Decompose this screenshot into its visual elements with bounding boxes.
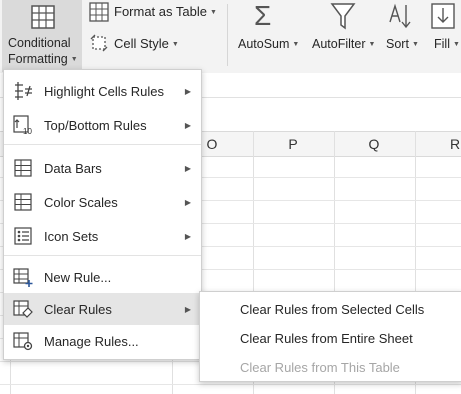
menu-item-label: Top/Bottom Rules	[44, 117, 147, 133]
menu-item-label: Highlight Cells Rules	[44, 83, 164, 99]
conditional-formatting-label-line1: Conditional	[8, 36, 71, 50]
highlight-cells-icon	[12, 80, 34, 102]
column-header-q[interactable]: Q	[334, 132, 414, 156]
submenu-item-clear-this-table: Clear Rules from This Table	[240, 360, 400, 375]
autofilter-label: AutoFilter ▼	[312, 37, 376, 51]
fill-down-icon	[431, 3, 455, 29]
cell-style-icon	[90, 34, 108, 52]
submenu-item-clear-selected-cells[interactable]: Clear Rules from Selected Cells	[200, 295, 461, 324]
menu-item-label: Manage Rules...	[44, 333, 139, 349]
format-as-table-label: Format as Table ▼	[114, 4, 217, 19]
menu-item-color-scales[interactable]: Color Scales ▶	[4, 186, 201, 218]
fill-label: Fill ▼	[434, 37, 460, 51]
grid-line	[0, 384, 461, 385]
top-bottom-icon: 10	[12, 114, 34, 136]
menu-item-clear-rules[interactable]: Clear Rules ▶	[4, 293, 201, 325]
menu-item-new-rule[interactable]: New Rule...	[4, 261, 201, 293]
conditional-formatting-button[interactable]: Conditional Formatting ▼	[2, 0, 82, 72]
submenu-arrow-icon: ▶	[184, 120, 191, 130]
color-scales-icon	[12, 191, 34, 213]
menu-item-top-bottom-rules[interactable]: 10 Top/Bottom Rules ▶	[4, 109, 201, 141]
submenu-arrow-icon: ▶	[184, 231, 191, 241]
submenu-arrow-icon: ▶	[184, 304, 191, 314]
conditional-formatting-label-line2: Formatting ▼	[8, 52, 78, 66]
clear-rules-submenu: Clear Rules from Selected Cells Clear Ru…	[199, 291, 461, 382]
autosum-button[interactable]: Σ AutoSum ▼	[232, 0, 302, 72]
column-header-r[interactable]: R	[415, 132, 461, 156]
cell-style-label: Cell Style ▼	[114, 36, 179, 51]
clear-rules-icon	[12, 298, 34, 320]
autofilter-button[interactable]: AutoFilter ▼	[308, 0, 378, 72]
menu-separator	[4, 255, 201, 256]
menu-separator	[4, 144, 201, 145]
data-bars-icon	[12, 157, 34, 179]
menu-item-data-bars[interactable]: Data Bars ▶	[4, 152, 201, 184]
conditional-formatting-icon	[31, 5, 55, 29]
format-as-table-icon	[89, 2, 109, 22]
cell-style-button[interactable]: Cell Style ▼	[86, 31, 186, 57]
sort-label: Sort ▼	[386, 37, 419, 51]
sigma-icon: Σ	[254, 0, 272, 31]
menu-item-label: Data Bars	[44, 160, 102, 176]
menu-item-label: Icon Sets	[44, 228, 99, 244]
sort-button[interactable]: Sort ▼	[380, 0, 424, 72]
menu-item-highlight-cells-rules[interactable]: Highlight Cells Rules ▶	[4, 75, 201, 107]
sort-icon	[389, 3, 411, 29]
menu-item-label: Color Scales	[44, 194, 118, 210]
icon-sets-icon	[12, 225, 34, 247]
column-header-p[interactable]: P	[253, 132, 333, 156]
svg-text:10: 10	[23, 127, 32, 136]
submenu-arrow-icon: ▶	[184, 197, 191, 207]
conditional-formatting-menu: Highlight Cells Rules ▶ 10 Top/Bottom Ru…	[3, 69, 202, 360]
menu-item-label: Clear Rules	[44, 301, 112, 317]
menu-item-manage-rules[interactable]: Manage Rules...	[4, 325, 201, 357]
new-rule-icon	[12, 266, 34, 288]
funnel-icon	[330, 3, 356, 30]
manage-rules-icon	[12, 330, 34, 352]
submenu-item-clear-entire-sheet[interactable]: Clear Rules from Entire Sheet	[200, 324, 461, 353]
format-as-table-button[interactable]: Format as Table ▼	[86, 0, 222, 26]
submenu-arrow-icon: ▶	[184, 163, 191, 173]
submenu-arrow-icon: ▶	[184, 86, 191, 96]
autosum-label: AutoSum ▼	[238, 37, 300, 51]
ribbon: Conditional Formatting ▼ Format as Table ▼…	[0, 0, 461, 74]
ribbon-divider	[227, 4, 228, 66]
menu-item-icon-sets[interactable]: Icon Sets ▶	[4, 220, 201, 252]
menu-item-label: New Rule...	[44, 269, 112, 285]
fill-button[interactable]: Fill ▼	[426, 0, 461, 72]
